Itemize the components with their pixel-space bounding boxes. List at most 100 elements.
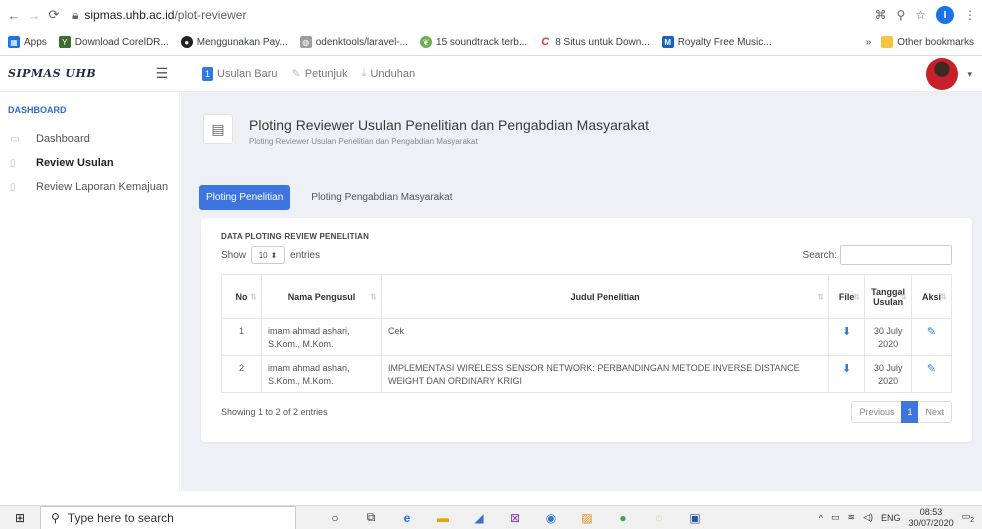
table-controls: Show 10 ⬍ entries Search:: [221, 245, 952, 265]
col-tanggal[interactable]: Tanggal Usulan ⇅: [864, 274, 912, 319]
col-no[interactable]: No ⇅: [221, 274, 262, 319]
chevron-up-icon[interactable]: ^: [819, 513, 823, 523]
bookmark-label: odenktools/laravel-...: [315, 36, 409, 48]
file-explorer-icon[interactable]: ▬: [434, 509, 452, 527]
col-label: File: [838, 291, 855, 302]
cell-nama: imam ahmad ashari, S.Kom., M.Kom.: [261, 355, 382, 393]
sidebar-item-review-usulan[interactable]: ▯ Review Usulan: [8, 151, 179, 175]
profile-avatar[interactable]: I: [936, 6, 954, 24]
clock[interactable]: 08:53 30/07/2020: [909, 507, 954, 528]
taskbar-search[interactable]: ⚲ Type here to search: [40, 505, 296, 529]
bookmark-royalty[interactable]: M Royalty Free Music...: [661, 36, 772, 48]
address-row: ← → ⟳ 🔒︎ sipmas.uhb.ac.id /plot-reviewer…: [0, 0, 982, 30]
sublime-icon[interactable]: ▨: [578, 509, 596, 527]
sort-icon: ⇅: [817, 292, 825, 301]
menu-label: Petunjuk: [304, 67, 348, 80]
sidebar-item-review-laporan[interactable]: ▯ Review Laporan Kemajuan: [8, 175, 179, 199]
pencil-icon[interactable]: ✎: [927, 326, 936, 338]
sidebar-item-dashboard[interactable]: ▭ Dashboard: [8, 127, 179, 151]
edge-icon[interactable]: e: [398, 509, 416, 527]
hamburger-icon[interactable]: ☰: [155, 65, 168, 82]
menu-dots-icon[interactable]: ⋮: [964, 8, 976, 22]
other-bookmarks[interactable]: Other bookmarks: [881, 36, 974, 48]
top-menu: 1 Usulan Baru ✎ Petunjuk ⤓ Unduhan: [180, 66, 416, 81]
cortana-icon[interactable]: ○: [326, 509, 344, 527]
translate-icon[interactable]: ⌘: [874, 8, 886, 22]
cell-aksi: ✎: [911, 355, 952, 393]
col-file[interactable]: File ⇅: [828, 274, 866, 319]
windows-start-icon[interactable]: ⊞: [0, 511, 40, 525]
reload-icon[interactable]: ⟳: [46, 7, 62, 23]
brand-logo[interactable]: SIPMAS UHB: [8, 67, 96, 80]
battery-icon[interactable]: ▭: [831, 512, 840, 523]
menu-usulan-baru[interactable]: 1 Usulan Baru: [202, 66, 278, 81]
back-icon[interactable]: ←: [6, 7, 22, 23]
col-aksi[interactable]: Aksi ⇅: [911, 274, 952, 319]
user-avatar[interactable]: [926, 58, 958, 90]
bookmark-situs[interactable]: C 8 Situs untuk Down...: [539, 36, 649, 48]
bookmark-label: Menggunakan Pay...: [196, 36, 288, 48]
prev-button[interactable]: Previous: [852, 401, 901, 423]
menu-unduhan[interactable]: ⤓ Unduhan: [362, 67, 416, 80]
language-indicator[interactable]: ENG: [881, 513, 901, 523]
page-header: ▤ Ploting Reviewer Usulan Penelitian dan…: [203, 114, 649, 146]
bookmark-label: Download CorelDR...: [74, 36, 169, 48]
page-icon: ◍: [299, 36, 312, 48]
search-control: Search:: [803, 245, 952, 265]
bookmark-odenktools[interactable]: ◍ odenktools/laravel-...: [299, 36, 409, 48]
table-card: DATA PLOTING REVIEW PENELITIAN Show 10 ⬍…: [201, 218, 972, 442]
notification-icon[interactable]: ▭2: [962, 511, 974, 524]
page-subtitle: Ploting Reviewer Usulan Penelitian dan P…: [249, 137, 478, 146]
col-judul[interactable]: Judul Penelitian ⇅: [380, 274, 830, 319]
bookmarks-bar: ▦ Apps Y Download CorelDR... ● Menggunak…: [0, 30, 982, 54]
menu-label: Unduhan: [370, 67, 416, 80]
url-path: /plot-reviewer: [174, 8, 247, 22]
lock-icon: 🔒︎: [72, 7, 79, 22]
chevron-down-icon[interactable]: ▾: [967, 69, 972, 80]
bookmark-soundtrack[interactable]: ❦ 15 soundtrack terb...: [420, 36, 527, 48]
data-table: No ⇅ Nama Pengusul ⇅ Judul Penelitian ⇅ Fil…: [221, 274, 952, 393]
volume-icon[interactable]: ◁): [863, 512, 873, 523]
pencil-icon[interactable]: ✎: [927, 363, 936, 375]
entries-select[interactable]: 10 ⬍: [251, 246, 286, 264]
vscode-icon[interactable]: ⊠: [506, 509, 524, 527]
word-icon[interactable]: ▣: [686, 509, 704, 527]
entries-value: 10: [258, 250, 268, 260]
sort-icon: ⇅: [370, 292, 377, 301]
browser-app-icon[interactable]: ◉: [542, 509, 560, 527]
cell-judul: IMPLEMENTASI WIRELESS SENSOR NETWORK: PE…: [380, 355, 830, 393]
app-header: SIPMAS UHB ☰ 1 Usulan Baru ✎ Petunjuk ⤓ …: [0, 56, 982, 92]
sidebar-item-label: Review Laporan Kemajuan: [36, 181, 169, 193]
forward-icon[interactable]: →: [26, 7, 42, 23]
more-bookmarks-icon[interactable]: »: [866, 37, 872, 48]
chrome-icon[interactable]: ●: [614, 509, 632, 527]
usulan-badge: 1: [202, 66, 213, 81]
zoom-icon[interactable]: ⚲: [896, 8, 905, 22]
table-row: 1 imam ahmad ashari, S.Kom., M.Kom. Cek …: [221, 318, 952, 356]
task-view-icon[interactable]: ⧉: [362, 509, 380, 527]
other-bookmarks-label: Other bookmarks: [897, 36, 974, 48]
tab-ploting-pengabdian[interactable]: Ploting Pengabdian Masyarakat: [304, 185, 459, 210]
menu-petunjuk[interactable]: ✎ Petunjuk: [292, 67, 348, 81]
bookmark-apps[interactable]: ▦ Apps: [8, 36, 47, 48]
sort-icon: ⇅: [900, 292, 907, 301]
taskbar: ⊞ ⚲ Type here to search ○ ⧉ e ▬ ◢ ⊠ ◉ ▨ …: [0, 505, 982, 529]
wifi-icon[interactable]: ≋: [848, 512, 856, 523]
page-button-1[interactable]: 1: [901, 401, 919, 423]
main-content: ▤ Ploting Reviewer Usulan Penelitian dan…: [181, 92, 982, 491]
download-file-icon[interactable]: ⬇: [842, 363, 851, 375]
app-icon[interactable]: ◌: [650, 509, 668, 527]
tab-ploting-penelitian[interactable]: Ploting Penelitian: [199, 185, 291, 210]
download-file-icon[interactable]: ⬇: [842, 326, 851, 338]
apps-grid-icon: ▦: [8, 36, 20, 48]
next-button[interactable]: Next: [918, 401, 951, 423]
star-icon[interactable]: ☆: [915, 8, 926, 22]
col-label: Nama Pengusul: [287, 291, 356, 302]
monitor-icon: ▭: [10, 133, 20, 145]
col-nama[interactable]: Nama Pengusul ⇅: [261, 274, 382, 319]
search-input[interactable]: [840, 245, 952, 265]
bookmark-corel[interactable]: Y Download CorelDR...: [58, 36, 169, 48]
address-bar[interactable]: 🔒︎ sipmas.uhb.ac.id /plot-reviewer: [66, 4, 874, 26]
audio-app-icon[interactable]: ◢: [470, 509, 488, 527]
bookmark-menggunakan[interactable]: ● Menggunakan Pay...: [180, 36, 288, 48]
